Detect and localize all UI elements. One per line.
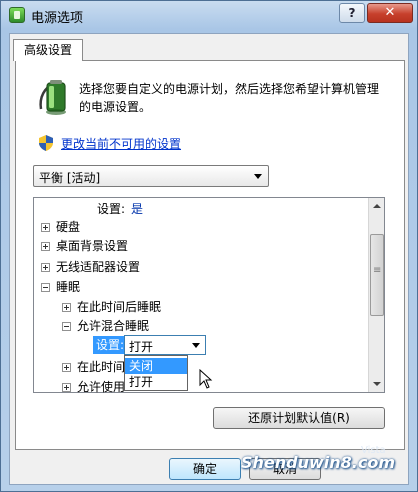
expand-plus-icon[interactable]: [41, 242, 50, 251]
watermark-text: Shenduwin8.com: [241, 453, 396, 472]
change-unavailable-settings-link[interactable]: 更改当前不可用的设置: [61, 135, 181, 152]
scroll-up-arrow-icon[interactable]: [369, 198, 384, 214]
setting-label-selected: 设置:: [93, 336, 128, 354]
mouse-cursor-icon: [199, 369, 213, 389]
tree-item-label: 无线适配器设置: [56, 260, 141, 274]
dropdown-option-off[interactable]: 关闭: [125, 358, 187, 374]
intro-text: 选择您要自定义的电源计划，然后选择您希望计算机管理的电源设置。: [79, 82, 380, 114]
close-button[interactable]: ✕: [367, 3, 413, 23]
setting-label: 设置:: [97, 202, 126, 216]
power-plan-value: 平衡 [活动]: [39, 171, 101, 185]
tree-item-label: 允许使用: [77, 380, 126, 394]
tree-item-label: 在此时间: [77, 360, 126, 374]
expand-plus-icon[interactable]: [62, 303, 71, 312]
power-options-window: 电源选项 ? ✕ 高级设置 选择您要自定义的电源计划，然后选择您希望计算机管理的…: [0, 0, 418, 492]
dropdown-option-on[interactable]: 打开: [125, 374, 187, 390]
tree-item-label: 允许混合睡眠: [77, 319, 150, 333]
tab-advanced-settings[interactable]: 高级设置: [13, 39, 83, 61]
setting-value: 是: [131, 202, 144, 216]
window-title: 电源选项: [31, 11, 84, 26]
power-options-icon: [9, 7, 25, 23]
tree-item-label: 硬盘: [56, 220, 81, 234]
expand-plus-icon[interactable]: [62, 383, 71, 392]
hybrid-sleep-dropdown-list[interactable]: 关闭 打开: [124, 355, 188, 391]
tree-item-desktop-background[interactable]: 桌面背景设置: [41, 237, 128, 255]
tree-item-sleep[interactable]: 睡眠: [41, 278, 80, 296]
tree-item-sleep-after[interactable]: 在此时间后睡眠: [62, 298, 161, 316]
collapse-minus-icon[interactable]: [62, 322, 71, 331]
restore-defaults-button[interactable]: 还原计划默认值(R): [213, 407, 385, 429]
tree-item-label: 桌面背景设置: [56, 239, 129, 253]
hybrid-sleep-combo[interactable]: 打开: [124, 335, 206, 355]
tree-top-setting[interactable]: 设置: 是: [97, 200, 143, 218]
chevron-down-icon: [254, 174, 262, 179]
tree-item-label: 在此时间后睡眠: [77, 300, 162, 314]
tree-item-label: 睡眠: [56, 280, 81, 294]
scroll-down-arrow-icon[interactable]: [369, 376, 384, 392]
ok-button[interactable]: 确定: [169, 458, 241, 480]
battery-icon: [39, 80, 66, 115]
power-plan-select[interactable]: 平衡 [活动]: [33, 165, 269, 187]
tree-scrollbar[interactable]: [368, 198, 384, 392]
help-button[interactable]: ?: [339, 3, 365, 23]
collapse-minus-icon[interactable]: [41, 283, 50, 292]
tree-item-hybrid-sleep[interactable]: 允许混合睡眠: [62, 317, 149, 335]
title-bar[interactable]: 电源选项 ? ✕: [1, 1, 417, 29]
expand-plus-icon[interactable]: [62, 363, 71, 372]
tree-item-allow-wake[interactable]: 允许使用: [62, 378, 125, 396]
scroll-thumb[interactable]: [370, 234, 384, 316]
tree-item-hard-disk[interactable]: 硬盘: [41, 218, 80, 236]
tree-item-wireless-adapter[interactable]: 无线适配器设置: [41, 258, 140, 276]
hybrid-setting-row[interactable]: 设置:: [93, 336, 128, 354]
expand-plus-icon[interactable]: [41, 263, 50, 272]
shield-icon: [39, 135, 53, 151]
combo-value: 打开: [129, 340, 154, 354]
tree-item-hibernate-after[interactable]: 在此时间: [62, 358, 125, 376]
expand-plus-icon[interactable]: [41, 223, 50, 232]
chevron-down-icon: [192, 343, 200, 348]
